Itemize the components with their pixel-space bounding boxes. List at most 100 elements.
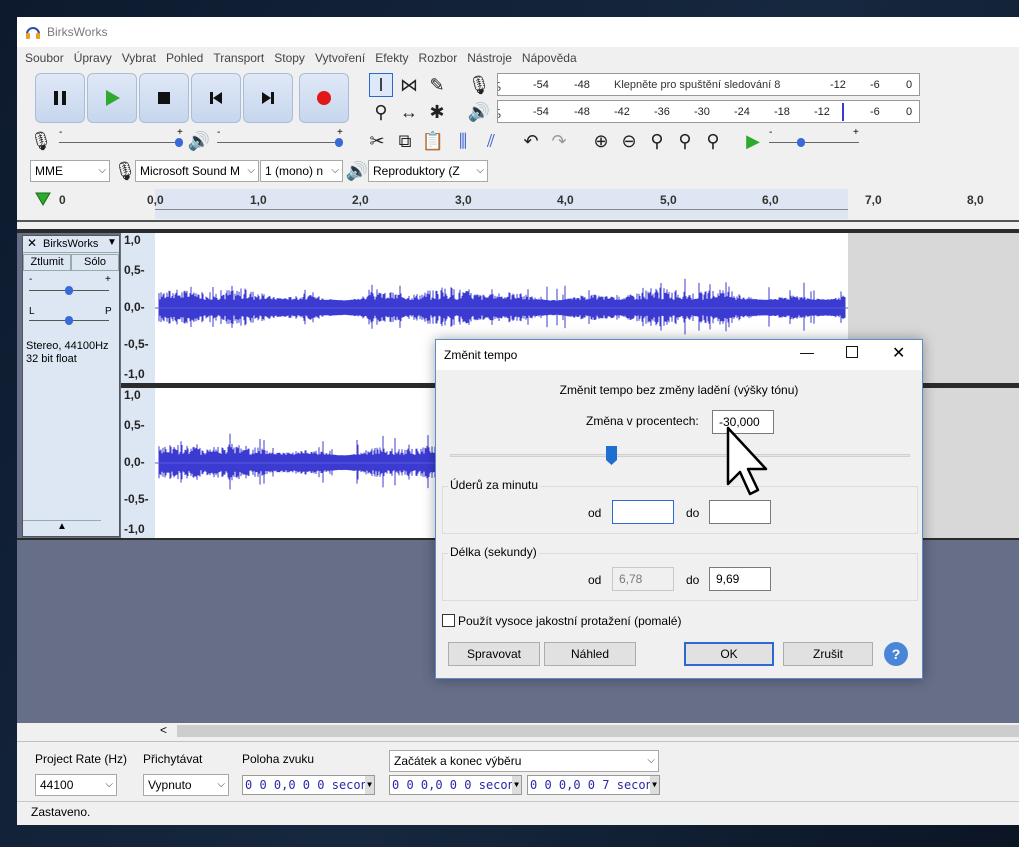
- maximize-icon[interactable]: [846, 346, 858, 358]
- close-track-icon[interactable]: ✕: [27, 236, 37, 250]
- channels-select[interactable]: 1 (mono) n ⌵: [260, 160, 343, 182]
- recording-device-select[interactable]: Microsoft Sound M ⌵: [135, 160, 259, 182]
- scroll-left-arrow-icon[interactable]: <: [160, 723, 167, 737]
- mute-button[interactable]: Ztlumit: [23, 254, 71, 271]
- menu-vytvoreni[interactable]: Vytvoření: [310, 51, 370, 65]
- play-head-triangle-icon[interactable]: [35, 191, 51, 207]
- solo-button[interactable]: Sólo: [71, 254, 119, 271]
- selection-end-field[interactable]: 0 0 0,0 0 7 seconds▼: [527, 775, 660, 795]
- fit-selection-button[interactable]: ⚲: [645, 129, 669, 153]
- manage-button[interactable]: Spravovat: [448, 642, 540, 666]
- zoom-tool[interactable]: ⚲: [369, 100, 393, 124]
- stop-button[interactable]: [139, 73, 189, 123]
- menu-efekty[interactable]: Efekty: [370, 51, 413, 65]
- play-button[interactable]: [87, 73, 137, 123]
- record-meter[interactable]: L P -54 -48 Klepněte pro spuštění sledov…: [497, 73, 920, 96]
- gain-thumb[interactable]: [65, 286, 73, 295]
- pan-left-label: L: [29, 306, 35, 317]
- play-at-speed-button[interactable]: ▶: [741, 129, 765, 153]
- selection-tool[interactable]: I: [369, 73, 393, 97]
- length-to-input[interactable]: 9,69: [709, 567, 771, 591]
- menu-transport[interactable]: Transport: [208, 51, 269, 65]
- playback-meter[interactable]: L P -54 -48 -42 -36 -30 -24 -18 -12 -6 0: [497, 100, 920, 123]
- ruler-tick-label: 5,0: [660, 193, 677, 207]
- fit-project-button[interactable]: ⚲: [673, 129, 697, 153]
- time-shift-tool[interactable]: ↔: [397, 100, 421, 124]
- slider-thumb[interactable]: [175, 138, 183, 147]
- audio-host-select[interactable]: MME ⌵: [30, 160, 110, 182]
- vertical-scale-ch1[interactable]: 1,0 0,5- 0,0- -0,5- -1,0: [121, 233, 155, 383]
- record-button[interactable]: [299, 73, 349, 123]
- play-speed-slider[interactable]: - +: [769, 127, 865, 149]
- skip-to-start-button[interactable]: [191, 73, 241, 123]
- menu-stopy[interactable]: Stopy: [269, 51, 310, 65]
- zoom-out-button[interactable]: ⊖: [617, 129, 641, 153]
- fit-selection-icon: ⚲: [650, 130, 664, 151]
- play-meter-speaker[interactable]: 🔊: [467, 100, 491, 124]
- playback-device-value: Reproduktory (Z: [373, 164, 460, 178]
- cancel-button[interactable]: Zrušit: [783, 642, 873, 666]
- input-volume-slider[interactable]: - +: [59, 127, 183, 149]
- menu-nastroje[interactable]: Nástroje: [462, 51, 517, 65]
- silence-button[interactable]: ⫽: [479, 129, 503, 153]
- menu-soubor[interactable]: Soubor: [20, 51, 69, 65]
- ruler-tick-label: 7,0: [865, 193, 882, 207]
- paste-button[interactable]: 📋: [421, 129, 445, 153]
- pan-slider[interactable]: L P: [29, 306, 113, 328]
- copy-button[interactable]: ⧉: [393, 129, 417, 153]
- cut-button[interactable]: ✂: [365, 129, 389, 153]
- slider-thumb[interactable]: [606, 446, 617, 465]
- timeline-ruler[interactable]: 0 0,0 1,0 2,0 3,0 4,0 5,0 6,0 7,0 8,0: [17, 189, 1019, 225]
- high-quality-checkbox[interactable]: [442, 614, 455, 627]
- help-button[interactable]: ?: [884, 642, 908, 666]
- snap-select[interactable]: Vypnuto ⌵: [143, 774, 229, 796]
- selection-start-field[interactable]: 0 0 0,0 0 0 seconds▼: [389, 775, 522, 795]
- menu-pohled[interactable]: Pohled: [161, 51, 208, 65]
- percent-change-slider[interactable]: [450, 444, 910, 470]
- format-dropdown-icon[interactable]: ▼: [365, 776, 374, 794]
- slider-thumb[interactable]: [797, 138, 805, 147]
- menu-napoveda[interactable]: Nápověda: [517, 51, 582, 65]
- slider-thumb[interactable]: [335, 138, 343, 147]
- minimize-icon[interactable]: —: [800, 344, 814, 360]
- envelope-icon: ⋈: [400, 74, 418, 95]
- format-dropdown-icon[interactable]: ▼: [650, 776, 659, 794]
- collapse-track-button[interactable]: ▲: [23, 520, 101, 536]
- record-meter-mic[interactable]: 🎙: [467, 73, 491, 97]
- audio-position-field[interactable]: 0 0 0,0 0 0 seconds▼: [242, 775, 375, 795]
- vertical-scale-ch2[interactable]: 1,0 0,5- 0,0- -0,5- -1,0: [121, 388, 155, 538]
- output-volume-slider[interactable]: - +: [217, 127, 343, 149]
- zoom-toggle-button[interactable]: ⚲: [701, 129, 725, 153]
- undo-button[interactable]: ↶: [519, 129, 543, 153]
- track-menu-arrow-icon[interactable]: ▼: [107, 237, 117, 248]
- menu-vybrat[interactable]: Vybrat: [117, 51, 161, 65]
- ruler-tick-label: 6,0: [762, 193, 779, 207]
- skip-to-end-button[interactable]: [243, 73, 293, 123]
- bpm-from-input[interactable]: [612, 500, 674, 524]
- selection-mode-select[interactable]: Začátek a konec výběru ⌵: [389, 750, 659, 772]
- trim-button[interactable]: ⫼: [451, 129, 475, 153]
- horizontal-scrollbar[interactable]: <: [17, 723, 1019, 739]
- zoom-in-button[interactable]: ⊕: [589, 129, 613, 153]
- multi-tool[interactable]: ✱: [425, 100, 449, 124]
- format-dropdown-icon[interactable]: ▼: [512, 776, 521, 794]
- pause-button[interactable]: [35, 73, 85, 123]
- close-icon[interactable]: ✕: [892, 343, 905, 363]
- gain-slider[interactable]: - +: [29, 274, 113, 298]
- bpm-to-input[interactable]: [709, 500, 771, 524]
- envelope-tool[interactable]: ⋈: [397, 73, 421, 97]
- redo-button[interactable]: ↷: [547, 129, 571, 153]
- preview-button[interactable]: Náhled: [544, 642, 636, 666]
- microphone-icon: 🎙: [113, 160, 137, 181]
- ok-button[interactable]: OK: [684, 642, 774, 666]
- draw-tool[interactable]: ✎: [425, 73, 449, 97]
- meter-tick: -36: [654, 106, 670, 118]
- project-rate-select[interactable]: 44100 ⌵: [35, 774, 117, 796]
- menu-upravy[interactable]: Úpravy: [69, 51, 117, 65]
- menu-rozbor[interactable]: Rozbor: [414, 51, 463, 65]
- track-name-menu[interactable]: BirksWorks: [43, 238, 98, 250]
- pan-thumb[interactable]: [65, 316, 73, 325]
- playback-device-select[interactable]: Reproduktory (Z ⌵: [368, 160, 488, 182]
- scrollbar-thumb[interactable]: [177, 725, 1019, 737]
- snap-label: Přichytávat: [143, 752, 203, 766]
